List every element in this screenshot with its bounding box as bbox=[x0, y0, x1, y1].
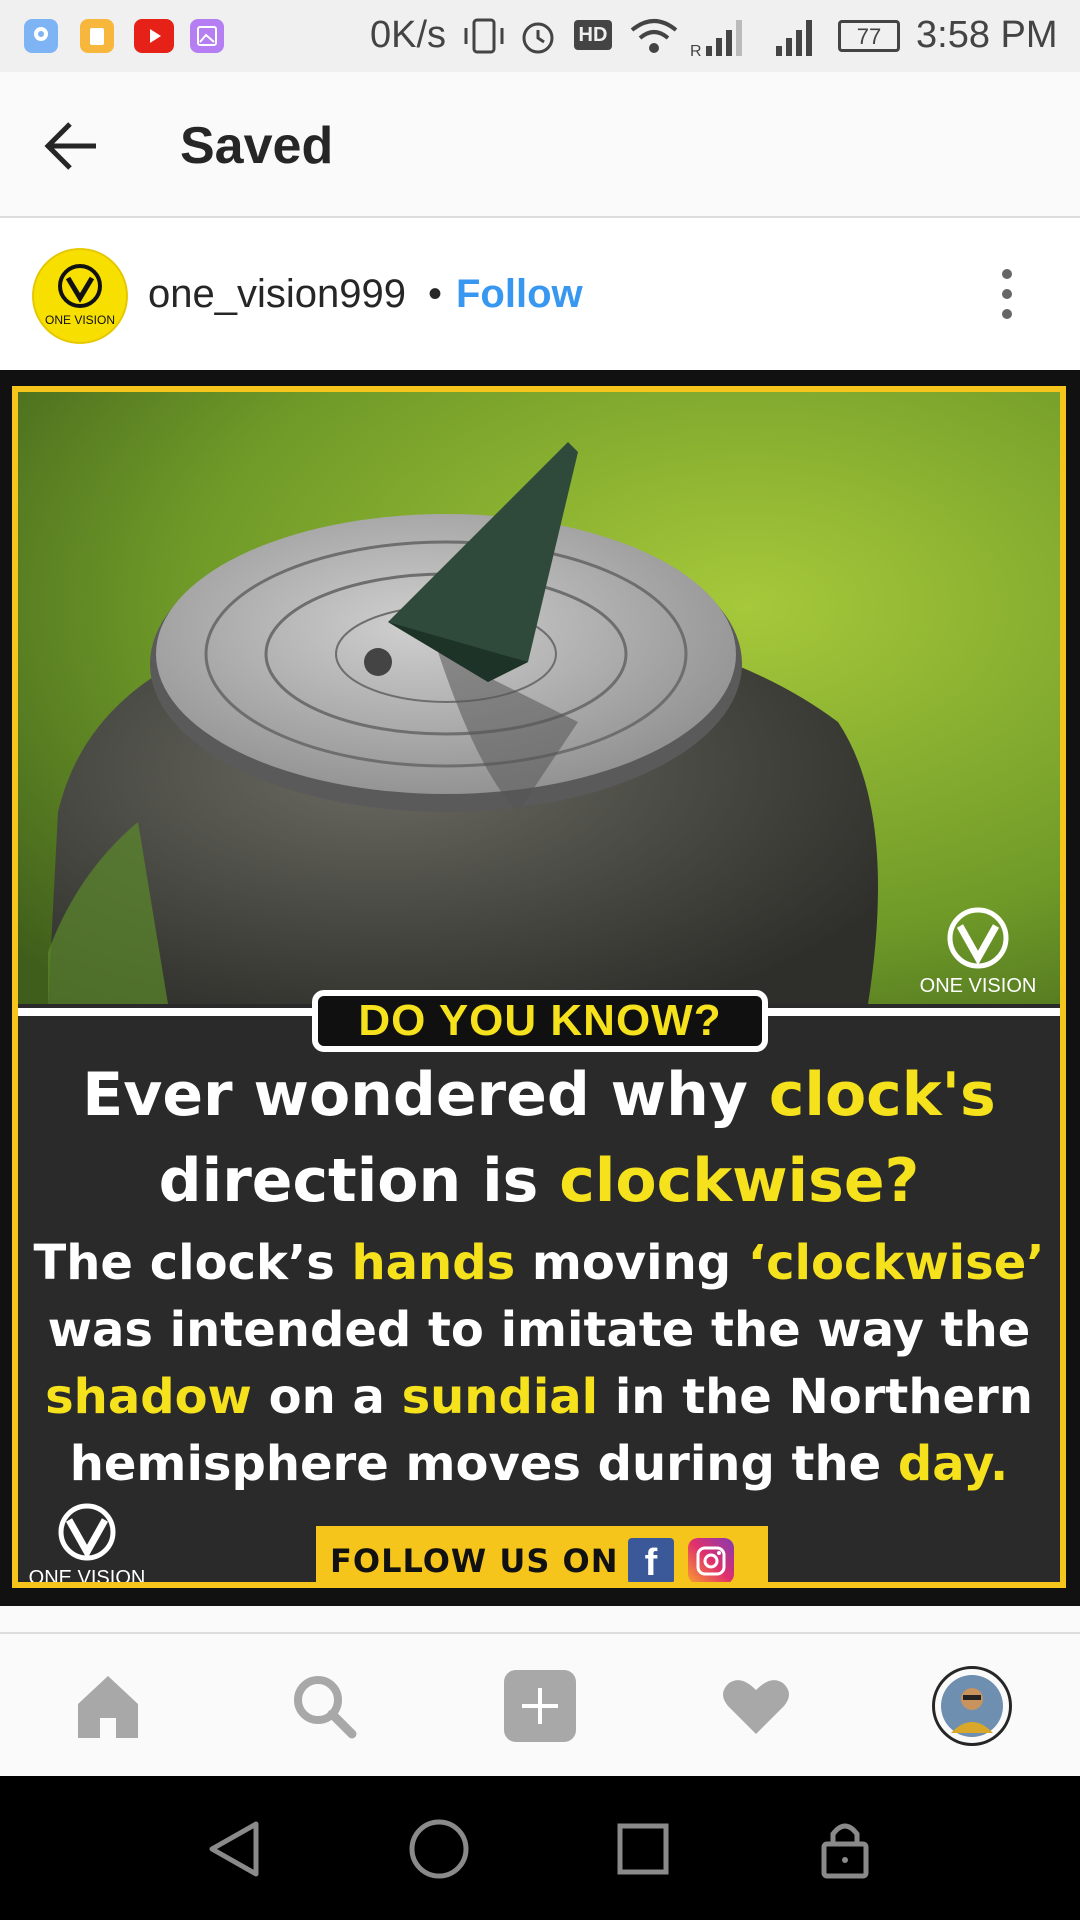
nav-home-button[interactable] bbox=[70, 1668, 146, 1744]
home-circle-icon bbox=[409, 1819, 469, 1879]
back-button[interactable] bbox=[40, 116, 104, 176]
headline-text: direction is bbox=[158, 1146, 560, 1216]
body-highlight: sundial bbox=[401, 1369, 599, 1425]
status-bar: 0K/s HD R 77 3:58 PM bbox=[0, 0, 1080, 72]
system-navigation-bar bbox=[0, 1776, 1080, 1920]
maps-icon bbox=[24, 19, 58, 53]
activity-heart-icon bbox=[723, 1680, 789, 1734]
youtube-icon bbox=[134, 19, 174, 53]
headline-highlight: clock's bbox=[768, 1060, 996, 1130]
body-text: moving bbox=[515, 1235, 748, 1291]
separator-dot: • bbox=[428, 272, 443, 316]
watermark-logo-text: ONE VISION bbox=[919, 975, 1037, 997]
app-bar: Saved bbox=[0, 72, 1080, 218]
profile-avatar bbox=[941, 1675, 1003, 1737]
battery-level: 77 bbox=[856, 24, 882, 49]
one-vision-logo-icon: ONE VISION bbox=[45, 264, 115, 327]
body-text: hemisphere moves during the bbox=[69, 1436, 898, 1492]
footer-logo: ONE VISION bbox=[22, 1496, 152, 1588]
vibrate-icon bbox=[464, 18, 504, 54]
watermark-logo: ONE VISION bbox=[908, 900, 1048, 998]
nav-activity-button[interactable] bbox=[718, 1668, 794, 1744]
clock: 3:58 PM bbox=[916, 14, 1058, 56]
alarm-icon bbox=[522, 22, 554, 54]
nav-new-post-button[interactable] bbox=[502, 1668, 578, 1744]
files-icon bbox=[80, 19, 114, 53]
headline-highlight: clockwise? bbox=[559, 1146, 920, 1216]
body-text: on a bbox=[251, 1369, 402, 1425]
body-text: in the Northern bbox=[598, 1369, 1033, 1425]
facebook-icon: f bbox=[628, 1538, 674, 1582]
body-text: was intended to imitate the way the bbox=[47, 1302, 1031, 1358]
body-highlight: shadow bbox=[45, 1369, 252, 1425]
body-highlight: ‘clockwise’ bbox=[747, 1235, 1045, 1291]
search-icon bbox=[294, 1676, 357, 1739]
arrow-back-icon bbox=[44, 122, 96, 170]
lock-icon bbox=[821, 1823, 869, 1879]
body-text: The clock’s bbox=[33, 1235, 352, 1291]
bottom-navigation bbox=[0, 1632, 1080, 1778]
follow-us-strip: FOLLOW US ON f bbox=[316, 1526, 768, 1582]
system-home-button[interactable] bbox=[404, 1814, 474, 1884]
nav-search-button[interactable] bbox=[286, 1668, 362, 1744]
post-image[interactable]: ONE VISION DO YOU KNOW? Ever wondered wh… bbox=[0, 370, 1080, 1606]
add-post-icon bbox=[504, 1670, 576, 1742]
recents-icon bbox=[617, 1823, 669, 1875]
system-lock-button[interactable] bbox=[810, 1814, 880, 1884]
system-recents-button[interactable] bbox=[608, 1814, 678, 1884]
back-icon bbox=[209, 1821, 259, 1877]
wifi-icon bbox=[630, 19, 678, 53]
one-vision-logo-icon bbox=[947, 907, 1009, 969]
footer-logo-text: ONE VISION bbox=[28, 1567, 146, 1588]
follow-us-label: FOLLOW US ON bbox=[330, 1542, 619, 1580]
more-options-button[interactable] bbox=[990, 264, 1024, 324]
username-link[interactable]: one_vision999 bbox=[148, 272, 406, 317]
post-header: ONE VISION one_vision999 • Follow bbox=[0, 218, 1080, 370]
signal-icon bbox=[776, 20, 812, 56]
author-avatar[interactable]: ONE VISION bbox=[32, 248, 128, 344]
home-icon bbox=[78, 1676, 138, 1738]
avatar-logo-text: ONE VISION bbox=[45, 313, 115, 327]
net-speed: 0K/s bbox=[370, 14, 447, 56]
body-highlight: hands bbox=[351, 1235, 516, 1291]
do-you-know-banner: DO YOU KNOW? bbox=[312, 990, 768, 1052]
more-vert-icon bbox=[1002, 269, 1012, 319]
post-image-frame: ONE VISION DO YOU KNOW? Ever wondered wh… bbox=[12, 386, 1066, 1588]
instagram-icon bbox=[688, 1538, 734, 1582]
sundial-photo bbox=[18, 392, 1060, 1004]
hd-badge: HD bbox=[574, 20, 612, 50]
gallery-icon bbox=[190, 19, 224, 53]
headline-text: Ever wondered why bbox=[82, 1060, 769, 1130]
signal-roaming-icon: R bbox=[690, 20, 742, 58]
post-caption-text: Ever wondered why clock's direction is c… bbox=[18, 1052, 1060, 1498]
page-title: Saved bbox=[180, 117, 334, 175]
system-back-button[interactable] bbox=[200, 1814, 270, 1884]
one-vision-logo-icon bbox=[58, 1503, 116, 1561]
battery-indicator: 77 bbox=[838, 20, 900, 52]
follow-button[interactable]: Follow bbox=[456, 272, 583, 317]
svg-text:R: R bbox=[690, 43, 702, 58]
body-highlight: day. bbox=[897, 1436, 1009, 1492]
nav-profile-button[interactable] bbox=[932, 1666, 1012, 1746]
